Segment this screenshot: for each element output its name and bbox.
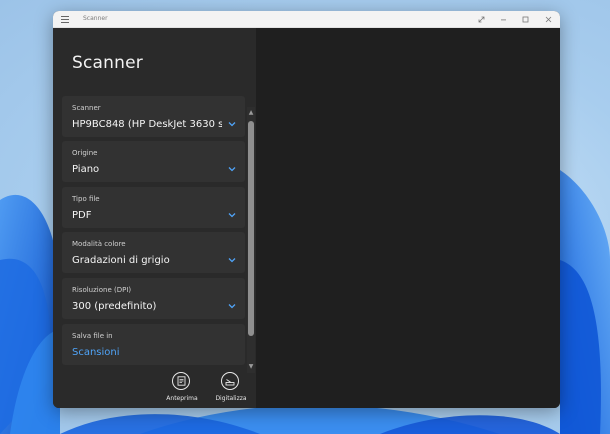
save-location-field: Salva file in Scansioni	[62, 324, 245, 365]
scan-button[interactable]: Digitalizza	[211, 372, 251, 408]
chevron-down-icon	[228, 258, 236, 263]
resolution-select[interactable]: Risoluzione (DPI) 300 (predefinito)	[62, 278, 245, 319]
resize-icon[interactable]	[474, 11, 488, 27]
preview-area	[256, 28, 560, 408]
maximize-icon[interactable]	[518, 11, 532, 27]
scanner-icon	[221, 372, 239, 390]
scroll-down-icon[interactable]: ▼	[247, 361, 255, 371]
file-type-value: PDF	[72, 210, 92, 221]
hamburger-icon[interactable]	[59, 11, 71, 27]
scroll-up-icon[interactable]: ▲	[247, 107, 255, 117]
save-location-link[interactable]: Scansioni	[72, 347, 222, 358]
chevron-down-icon	[228, 122, 236, 127]
page-title: Scanner	[72, 53, 143, 73]
resolution-value: 300 (predefinito)	[72, 301, 157, 312]
scan-label: Digitalizza	[215, 395, 247, 402]
window-title: Scanner	[83, 15, 108, 22]
chevron-down-icon	[228, 304, 236, 309]
file-type-label: Tipo file	[72, 195, 100, 203]
scanner-label: Scanner	[72, 104, 101, 112]
source-label: Origine	[72, 149, 98, 157]
scanner-value: HP9BC848 (HP DeskJet 3630 series)	[72, 119, 222, 130]
preview-label: Anteprima	[166, 395, 198, 402]
document-preview-icon	[172, 372, 190, 390]
source-value: Piano	[72, 164, 100, 175]
file-type-select[interactable]: Tipo file PDF	[62, 187, 245, 228]
title-bar[interactable]: Scanner	[53, 11, 560, 28]
source-select[interactable]: Origine Piano	[62, 141, 245, 182]
color-mode-select[interactable]: Modalità colore Gradazioni di grigio	[62, 232, 245, 273]
color-mode-label: Modalità colore	[72, 240, 126, 248]
resolution-label: Risoluzione (DPI)	[72, 286, 132, 294]
preview-button[interactable]: Anteprima	[162, 372, 202, 408]
scanner-window: Scanner Scanner Scanner HP9BC848 (HP Des…	[53, 11, 560, 408]
scanner-select[interactable]: Scanner HP9BC848 (HP DeskJet 3630 series…	[62, 96, 245, 137]
chevron-down-icon	[228, 167, 236, 172]
color-mode-value: Gradazioni di grigio	[72, 255, 170, 266]
settings-scrollbar[interactable]: ▲ ▼	[247, 107, 255, 373]
close-icon[interactable]	[541, 11, 555, 27]
chevron-down-icon	[228, 213, 236, 218]
minimize-icon[interactable]	[496, 11, 510, 27]
scrollbar-thumb[interactable]	[248, 121, 254, 336]
save-location-label: Salva file in	[72, 332, 113, 340]
